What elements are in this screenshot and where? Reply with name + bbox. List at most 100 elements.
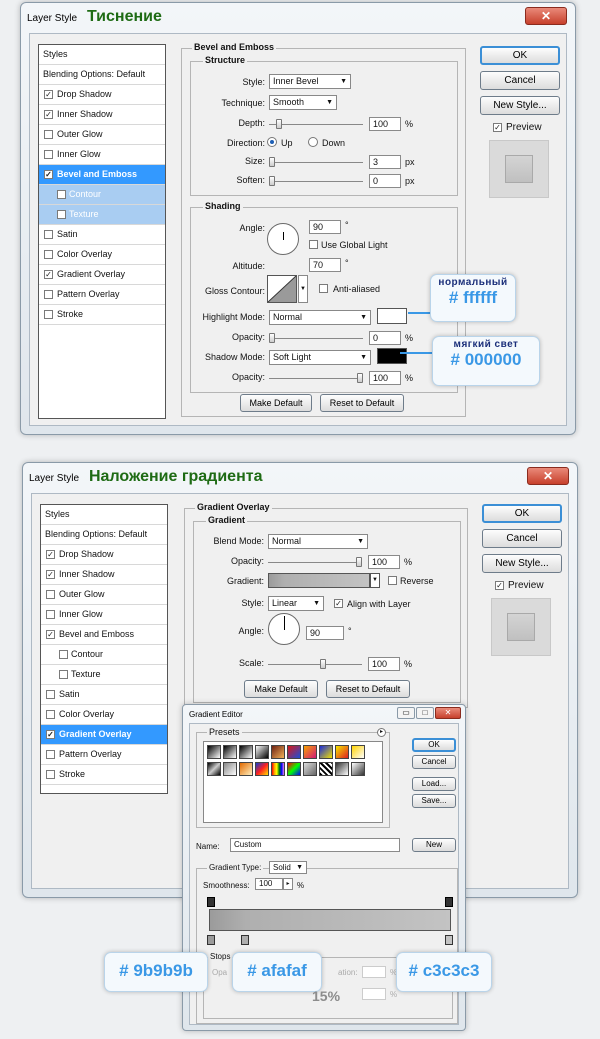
reset-default-button[interactable]: Reset to Default (326, 680, 410, 698)
restore-button[interactable]: □ (416, 707, 434, 719)
gradient-preset-swatch[interactable] (223, 762, 237, 776)
styles-list-item[interactable]: Outer Glow (41, 585, 167, 605)
style-checkbox[interactable]: ✓ (44, 270, 53, 279)
minimize-button[interactable]: ▭ (397, 707, 415, 719)
style-checkbox[interactable] (46, 750, 55, 759)
technique-select[interactable]: Smooth ▼ (269, 95, 337, 110)
load-button[interactable]: Load... (412, 777, 456, 791)
gradient-preset-swatch[interactable] (255, 762, 269, 776)
styles-list-item[interactable]: Pattern Overlay (39, 285, 165, 305)
size-slider[interactable] (269, 162, 363, 163)
angle-dial[interactable] (267, 223, 299, 255)
gloss-contour-dropdown[interactable]: ▼ (298, 275, 308, 303)
angle-dial[interactable] (268, 613, 300, 645)
gradient-preset-swatch[interactable] (303, 745, 317, 759)
scale-slider-thumb[interactable] (320, 659, 326, 669)
style-checkbox[interactable] (46, 690, 55, 699)
shadow-opacity-slider[interactable] (269, 378, 363, 379)
direction-up-radio[interactable] (267, 137, 277, 147)
gradient-preset-swatch[interactable] (351, 762, 365, 776)
shadow-color-swatch[interactable] (377, 348, 407, 364)
style-checkbox[interactable]: ✓ (46, 730, 55, 739)
styles-list-item[interactable]: Satin (41, 685, 167, 705)
align-with-layer-checkbox[interactable]: ✓ (334, 599, 343, 608)
depth-slider-thumb[interactable] (276, 119, 282, 129)
gradient-preset-swatch[interactable] (303, 762, 317, 776)
gradient-preset-swatch[interactable] (207, 745, 221, 759)
make-default-button[interactable]: Make Default (244, 680, 318, 698)
style-checkbox[interactable]: ✓ (44, 110, 53, 119)
style-checkbox[interactable] (46, 770, 55, 779)
angle-input[interactable]: 90 (306, 626, 344, 640)
opacity-slider-thumb[interactable] (356, 557, 362, 567)
styles-list-item[interactable]: Outer Glow (39, 125, 165, 145)
styles-list-item[interactable]: ✓ Drop Shadow (39, 85, 165, 105)
reset-default-button[interactable]: Reset to Default (320, 394, 404, 412)
soften-slider-thumb[interactable] (269, 176, 275, 186)
style-checkbox[interactable]: ✓ (46, 570, 55, 579)
blend-mode-select[interactable]: Normal ▼ (268, 534, 368, 549)
styles-list-item[interactable]: Contour (41, 645, 167, 665)
size-input[interactable]: 3 (369, 155, 401, 169)
preview-checkbox[interactable]: ✓ (493, 123, 502, 132)
color-stop-left[interactable] (207, 935, 215, 945)
ok-button[interactable]: OK (480, 46, 560, 65)
close-button[interactable]: ✕ (527, 467, 569, 485)
styles-list-item[interactable]: Color Overlay (39, 245, 165, 265)
gradient-preset-swatch[interactable] (319, 745, 333, 759)
styles-list-item[interactable]: ✓ Bevel and Emboss (41, 625, 167, 645)
close-button[interactable]: ✕ (525, 7, 567, 25)
depth-input[interactable]: 100 (369, 117, 401, 131)
size-slider-thumb[interactable] (269, 157, 275, 167)
styles-list-item[interactable]: Styles (39, 45, 165, 65)
gradient-preset-swatch[interactable] (271, 745, 285, 759)
soften-input[interactable]: 0 (369, 174, 401, 188)
soften-slider[interactable] (269, 181, 363, 182)
smoothness-stepper[interactable]: ▸ (283, 878, 293, 890)
styles-list-item[interactable]: ✓ Inner Shadow (41, 565, 167, 585)
ok-button[interactable]: OK (412, 738, 456, 752)
color-stop-middle[interactable] (241, 935, 249, 945)
style-checkbox[interactable]: ✓ (46, 550, 55, 559)
highlight-color-swatch[interactable] (377, 308, 407, 324)
gradient-preset-swatch[interactable] (255, 745, 269, 759)
styles-list-item[interactable]: ✓ Bevel and Emboss (39, 165, 165, 185)
style-checkbox[interactable]: ✓ (44, 170, 53, 179)
new-style-button[interactable]: New Style... (480, 96, 560, 115)
style-checkbox[interactable]: ✓ (44, 90, 53, 99)
opacity-input[interactable]: 100 (368, 555, 400, 569)
new-button[interactable]: New (412, 838, 456, 852)
use-global-light-checkbox[interactable] (309, 240, 318, 249)
new-style-button[interactable]: New Style... (482, 554, 562, 573)
opacity-stop-left[interactable] (207, 897, 215, 907)
gradient-dropdown[interactable]: ▼ (370, 573, 380, 588)
gradient-picker[interactable] (268, 573, 370, 588)
gradient-bar[interactable] (209, 909, 451, 931)
styles-list-item[interactable]: ✓ Gradient Overlay (39, 265, 165, 285)
styles-list-item[interactable]: Color Overlay (41, 705, 167, 725)
style-checkbox[interactable] (59, 650, 68, 659)
angle-input[interactable]: 90 (309, 220, 341, 234)
styles-list-item[interactable]: Styles (41, 505, 167, 525)
gloss-contour-picker[interactable] (267, 275, 297, 303)
gradient-preset-swatch[interactable] (207, 762, 221, 776)
styles-list-item[interactable]: Inner Glow (39, 145, 165, 165)
styles-list-item[interactable]: ✓ Drop Shadow (41, 545, 167, 565)
shadow-opacity-input[interactable]: 100 (369, 371, 401, 385)
cancel-button[interactable]: Cancel (482, 529, 562, 548)
gradient-preset-swatch[interactable] (271, 762, 285, 776)
shadow-opacity-thumb[interactable] (357, 373, 363, 383)
style-checkbox[interactable]: ✓ (46, 630, 55, 639)
highlight-opacity-slider[interactable] (269, 338, 363, 339)
gradient-preset-swatch[interactable] (287, 762, 301, 776)
style-checkbox[interactable] (57, 210, 66, 219)
styles-list-item[interactable]: Texture (41, 665, 167, 685)
gradient-type-select[interactable]: Solid ▼ (269, 861, 307, 874)
stops-location-input-2[interactable] (362, 988, 386, 1000)
depth-slider[interactable] (269, 124, 363, 125)
style-checkbox[interactable] (44, 250, 53, 259)
save-button[interactable]: Save... (412, 794, 456, 808)
gradient-preset-swatch[interactable] (335, 762, 349, 776)
style-checkbox[interactable] (44, 230, 53, 239)
styles-list-item[interactable]: Inner Glow (41, 605, 167, 625)
